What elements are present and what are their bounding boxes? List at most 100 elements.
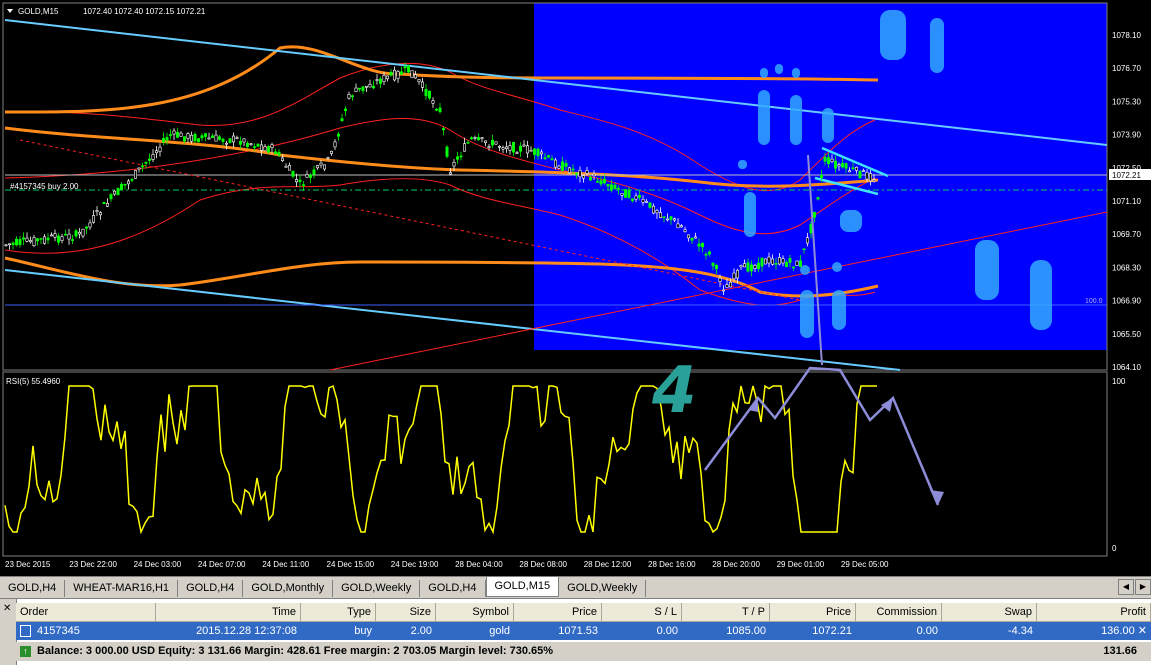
col-order[interactable]: Order <box>16 603 156 621</box>
current-price: 1072.21 <box>1112 171 1141 180</box>
candle-body <box>392 69 396 81</box>
arrow-head-icon <box>881 398 893 412</box>
candle-body <box>305 174 309 178</box>
candle-body <box>455 156 459 160</box>
col-time[interactable]: Time <box>156 603 301 621</box>
tab-wheat-h1[interactable]: WHEAT-MAR16,H1 <box>65 580 179 597</box>
time-tick-label: 24 Dec 03:00 <box>134 560 182 569</box>
candle-body <box>623 189 627 198</box>
col-commission[interactable]: Commission <box>856 603 942 621</box>
candle-body <box>357 87 361 90</box>
col-swap[interactable]: Swap <box>942 603 1037 621</box>
candle-body <box>186 133 190 139</box>
candle-body <box>634 195 638 200</box>
order-price: 1071.53 <box>558 625 598 637</box>
candle-body <box>298 179 302 182</box>
tab-gold-weekly[interactable]: GOLD,Weekly <box>333 580 421 597</box>
candle-body <box>434 108 438 111</box>
candle-body <box>81 228 85 237</box>
arrow-head-icon <box>930 490 944 505</box>
tab-gold-h4-2[interactable]: GOLD,H4 <box>178 580 244 597</box>
candle-body <box>375 79 379 81</box>
candle-body <box>767 256 771 264</box>
candle-body <box>410 70 414 78</box>
order-id: 4157345 <box>37 625 80 637</box>
candle-body <box>361 86 365 92</box>
tab-gold-weekly-2[interactable]: GOLD,Weekly <box>559 580 647 597</box>
candle-body <box>536 148 540 156</box>
candle-body <box>158 146 162 152</box>
candle-body <box>137 167 141 170</box>
col-tp[interactable]: T / P <box>682 603 770 621</box>
candle-body <box>627 189 631 198</box>
chart-tabs: GOLD,H4 WHEAT-MAR16,H1 GOLD,H4 GOLD,Mont… <box>0 576 1151 597</box>
candle-body <box>543 157 547 159</box>
candle-body <box>501 147 505 150</box>
col-price[interactable]: Price <box>514 603 602 621</box>
candle-body <box>795 260 799 266</box>
candle-body <box>218 136 222 140</box>
candle-body <box>183 136 187 142</box>
price-chart[interactable]: 4 GOLD,M15 1072.40 1072.40 1072.15 1072.… <box>0 0 1151 576</box>
candle-body <box>490 139 494 146</box>
terminal-sidebar: ✕ <box>0 599 17 665</box>
candle-body <box>42 236 46 244</box>
col-current-price[interactable]: Price <box>770 603 856 621</box>
time-tick-label: 28 Dec 20:00 <box>712 560 760 569</box>
chart-canvas: 4 GOLD,M15 1072.40 1072.40 1072.15 1072.… <box>2 2 1151 569</box>
candle-body <box>56 235 60 243</box>
candle-body <box>588 176 592 181</box>
candle-body <box>802 248 806 251</box>
table-row[interactable]: 4157345 2015.12.28 12:37:08 buy 2.00 gol… <box>16 622 1151 640</box>
candle-body <box>641 198 645 203</box>
candle-body <box>777 257 781 265</box>
candle-body <box>770 258 774 265</box>
close-icon[interactable]: ✕ <box>3 603 11 614</box>
candle-body <box>347 94 351 99</box>
col-symbol[interactable]: Symbol <box>436 603 514 621</box>
candle-body <box>665 218 669 221</box>
candle-body <box>812 211 816 218</box>
candle-body <box>179 132 183 137</box>
tab-gold-h4-3[interactable]: GOLD,H4 <box>420 580 486 597</box>
candle-body <box>371 85 375 89</box>
candle-body <box>718 277 722 282</box>
candle-body <box>35 238 39 242</box>
candle-body <box>704 253 708 256</box>
candle-body <box>109 194 113 200</box>
order-icon <box>20 625 31 638</box>
close-order-icon[interactable]: ✕ <box>1138 625 1147 637</box>
candle-body <box>585 170 589 174</box>
candle-body <box>448 172 452 175</box>
candle-body <box>714 265 718 269</box>
time-tick-label: 24 Dec 19:00 <box>391 560 439 569</box>
tab-gold-m15[interactable]: GOLD,M15 <box>485 577 560 597</box>
scroll-right-icon[interactable]: ▶ <box>1135 579 1151 595</box>
price-tick-label: 1069.70 <box>1112 230 1141 239</box>
balance-profit: 131.66 <box>1103 645 1137 657</box>
candle-body <box>798 260 802 267</box>
candle-body <box>368 83 372 88</box>
candle-body <box>228 138 232 143</box>
scroll-left-icon[interactable]: ◀ <box>1118 579 1134 595</box>
candle-body <box>697 243 701 247</box>
chart-menu-icon[interactable] <box>7 9 13 13</box>
candle-body <box>574 172 578 175</box>
col-size[interactable]: Size <box>376 603 436 621</box>
candle-body <box>162 138 166 143</box>
col-profit[interactable]: Profit <box>1037 603 1151 621</box>
candle-body <box>651 205 655 214</box>
tab-gold-h4[interactable]: GOLD,H4 <box>0 580 66 597</box>
price-tick-label: 1066.90 <box>1112 297 1141 306</box>
candle-body <box>630 198 634 202</box>
candle-body <box>127 180 131 185</box>
time-tick-label: 23 Dec 22:00 <box>69 560 117 569</box>
tab-gold-monthly[interactable]: GOLD,Monthly <box>243 580 334 597</box>
candle-body <box>165 137 169 141</box>
candle-body <box>865 172 869 180</box>
col-type[interactable]: Type <box>301 603 376 621</box>
candle-body <box>473 137 477 139</box>
candle-body <box>861 170 865 172</box>
col-sl[interactable]: S / L <box>602 603 682 621</box>
candle-body <box>672 218 676 221</box>
